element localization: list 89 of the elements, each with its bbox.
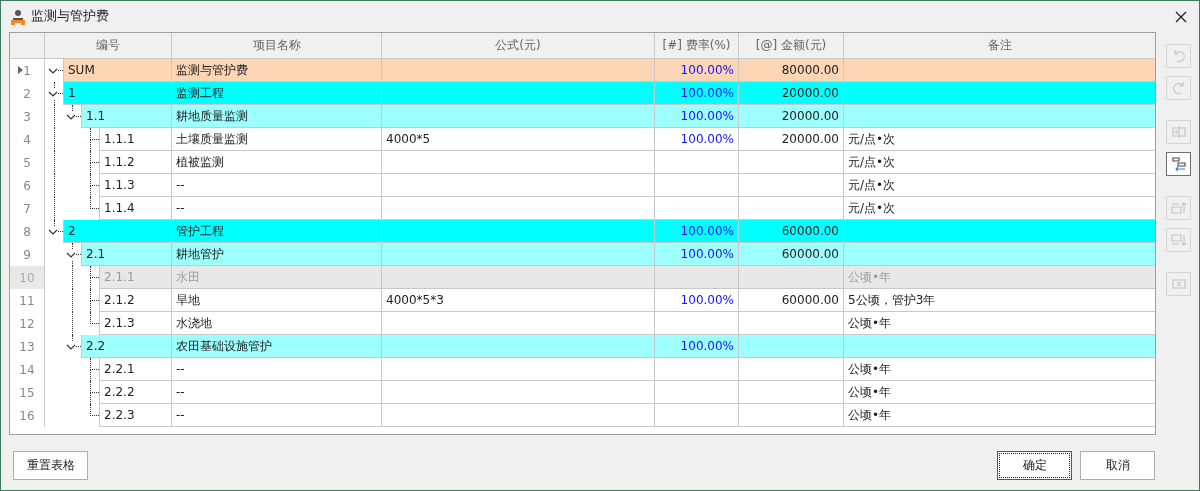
split-icon [1170,124,1187,140]
table-cell: 耕地质量监测 [172,105,382,128]
table-cell: 80000.00 [739,59,844,82]
column-header[interactable]: 编号 [45,33,172,58]
column-header[interactable]: [#] 费率(%) [655,33,739,58]
table-cell: -- [172,174,382,197]
table-cell: 100.00% [655,82,739,105]
insert-below-icon [1170,232,1187,248]
table-cell: SUM [63,59,171,82]
insert-above-icon [1170,200,1187,216]
table-cell: 土壤质量监测 [172,128,382,151]
row-header[interactable]: 15 [10,381,45,404]
table-cell: 60000.00 [739,220,844,243]
table-cell: 旱地 [172,289,382,312]
table-cell: 2.2 [81,335,171,358]
outdent-button[interactable] [1166,152,1191,176]
column-header[interactable]: 项目名称 [172,33,382,58]
table-cell: 100.00% [655,59,739,82]
column-header[interactable]: 公式(元) [382,33,655,58]
row-header[interactable]: 1 [10,59,45,82]
cancel-button[interactable]: 取消 [1080,451,1155,480]
table-cell: 2 [63,220,171,243]
table-cell: -- [172,404,382,427]
table-cell: -- [172,197,382,220]
reset-table-button[interactable]: 重置表格 [13,451,88,480]
window-title: 监测与管护费 [31,8,110,25]
column-header[interactable]: [@] 金额(元) [739,33,844,58]
table-cell: 1.1.4 [99,197,171,220]
row-header[interactable]: 8 [10,220,45,243]
row-header[interactable]: 7 [10,197,45,220]
table-cell: -- [172,381,382,404]
row-header[interactable]: 2 [10,82,45,105]
delete-icon [1170,276,1187,292]
table-cell: 1.1 [81,105,171,128]
table-cell: 水浇地 [172,312,382,335]
row-header[interactable]: 11 [10,289,45,312]
table-cell: 100.00% [655,289,739,312]
table-cell: 100.00% [655,105,739,128]
table-cell: 2.2.1 [99,358,171,381]
table-cell: 2.1 [81,243,171,266]
table-cell: 2.1.2 [99,289,171,312]
table-cell: 20000.00 [739,105,844,128]
user-icon [10,8,26,25]
table-cell: 60000.00 [739,289,844,312]
table-cell: 100.00% [655,243,739,266]
table-cell: 水田 [172,266,382,289]
chevron-icon[interactable] [66,112,76,122]
row-header[interactable]: 16 [10,404,45,427]
table-cell: 监测工程 [172,82,382,105]
row-header[interactable]: 13 [10,335,45,358]
table-cell: 2.1.1 [99,266,171,289]
table-cell: 60000.00 [739,243,844,266]
table-cell: 1 [63,82,171,105]
table-cell: 100.00% [655,335,739,358]
table-cell: 植被监测 [172,151,382,174]
row-header[interactable]: 5 [10,151,45,174]
ok-button[interactable]: 确定 [997,451,1072,480]
chevron-icon[interactable] [48,227,58,237]
table-cell: 2.1.3 [99,312,171,335]
column-header[interactable]: 备注 [844,33,1155,58]
table-cell: 公顷•年 [844,266,1155,289]
table-cell: 耕地管护 [172,243,382,266]
row-header[interactable]: 3 [10,105,45,128]
row-header[interactable]: 6 [10,174,45,197]
table-cell: 监测与管护费 [172,59,382,82]
table-cell: 4000*5*3 [382,289,655,312]
row-header[interactable]: 14 [10,358,45,381]
table-cell: 农田基础设施管护 [172,335,382,358]
chevron-icon[interactable] [66,250,76,260]
table-cell: 2.2.3 [99,404,171,427]
table-cell: 20000.00 [739,128,844,151]
chevron-icon[interactable] [48,66,58,76]
table-cell: 100.00% [655,220,739,243]
row-header[interactable]: 4 [10,128,45,151]
row-header[interactable]: 12 [10,312,45,335]
table-cell: 管护工程 [172,220,382,243]
table-cell: 1.1.3 [99,174,171,197]
table-cell: 4000*5 [382,128,655,151]
table-cell: 2.2.2 [99,381,171,404]
table-cell: -- [172,358,382,381]
redo-icon [1170,80,1187,96]
table-cell: 1.1.1 [99,128,171,151]
table-cell: 100.00% [655,128,739,151]
chevron-icon[interactable] [48,89,58,99]
chevron-icon[interactable] [66,342,76,352]
outdent-icon [1170,156,1187,172]
table-cell: 1.1.2 [99,151,171,174]
table-cell: 20000.00 [739,82,844,105]
close-icon[interactable] [1175,10,1187,23]
